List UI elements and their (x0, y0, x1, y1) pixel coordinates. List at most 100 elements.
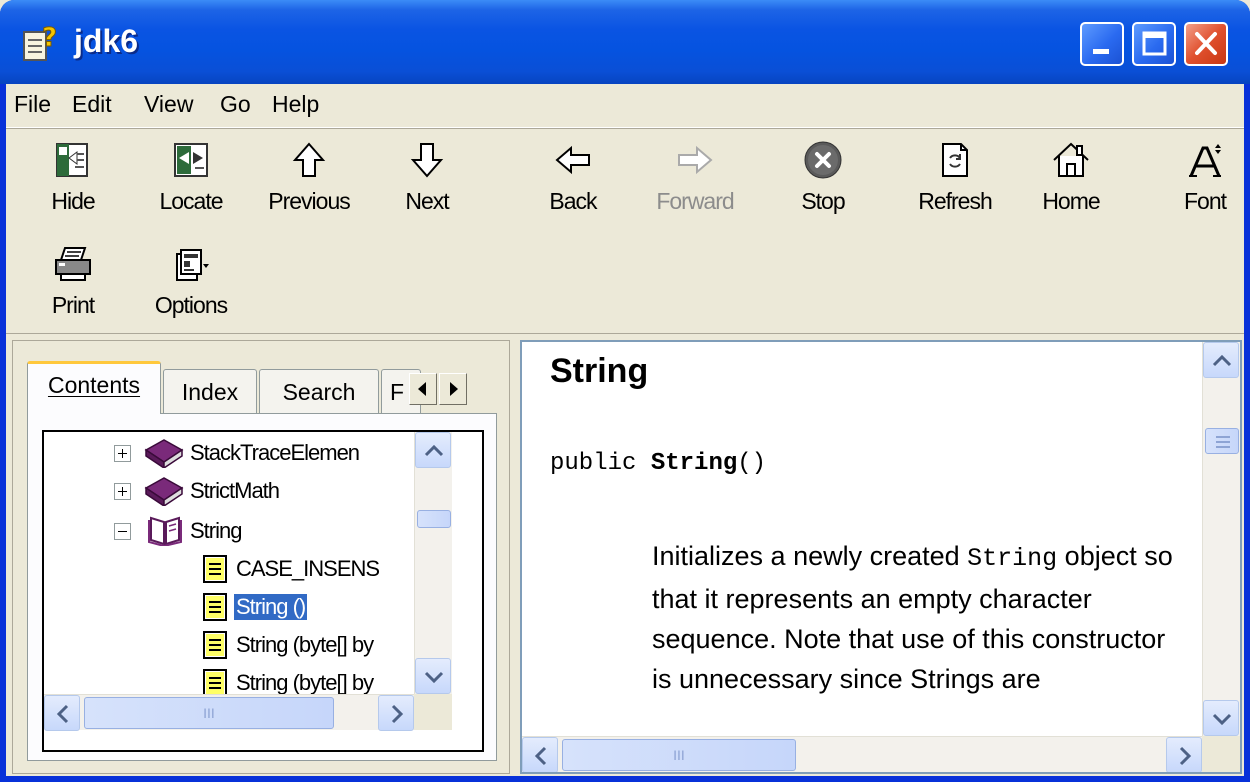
arrow-down-icon (410, 143, 444, 178)
title-bar[interactable]: ? jdk6 (0, 0, 1250, 84)
tree-node-selected[interactable]: String () (44, 588, 414, 626)
triangle-left-icon (418, 382, 426, 396)
expand-plus-icon[interactable] (114, 483, 131, 500)
stop-button[interactable]: Stop (778, 130, 868, 226)
tree-vertical-scrollbar[interactable] (414, 432, 452, 694)
pane-splitter[interactable] (512, 336, 520, 776)
page-icon (203, 631, 227, 659)
tree-viewport: StackTraceElemen StrictMath String CASE_… (44, 432, 414, 694)
locate-button[interactable]: Locate (146, 130, 236, 226)
menu-file[interactable]: File (14, 91, 51, 118)
tree-node-label: StackTraceElemen (190, 440, 360, 465)
topic-description: Initializes a newly created String objec… (652, 536, 1192, 699)
tree-node[interactable]: String (44, 512, 414, 550)
minimize-icon (1093, 49, 1109, 54)
svg-text:?: ? (42, 23, 57, 53)
options-icon (176, 249, 209, 281)
tree-node-label: String () (232, 593, 309, 621)
menu-view[interactable]: View (144, 91, 193, 118)
scroll-left-button[interactable] (44, 695, 80, 731)
scroll-right-button[interactable] (378, 695, 414, 731)
maximize-button[interactable] (1132, 22, 1176, 66)
previous-label: Previous (268, 188, 350, 214)
closed-book-icon (144, 477, 184, 506)
triangle-right-icon (450, 382, 458, 396)
arrow-left-icon (555, 145, 590, 175)
open-book-icon (148, 516, 182, 546)
locate-icon (174, 143, 208, 177)
tab-search[interactable]: Search (259, 369, 379, 413)
refresh-icon (942, 143, 968, 177)
tree-node[interactable]: StrictMath (44, 472, 414, 510)
signature-suffix: () (737, 450, 767, 477)
refresh-label: Refresh (918, 188, 993, 214)
topic-pane: String public String() Initializes a new… (520, 340, 1242, 774)
tree-node[interactable]: StackTraceElemen (44, 434, 414, 472)
previous-button[interactable]: Previous (264, 130, 354, 226)
tree-node[interactable]: String (byte[] by (44, 626, 414, 664)
tree-node-label: String (byte[] by (236, 632, 374, 657)
scroll-right-button[interactable] (1166, 737, 1202, 772)
menu-help[interactable]: Help (272, 91, 319, 118)
scroll-thumb[interactable] (417, 510, 451, 528)
chevron-down-icon (1212, 713, 1232, 726)
menu-bar: File Edit View Go Help (6, 84, 1244, 128)
grip-icon (1216, 436, 1230, 448)
back-button[interactable]: Back (528, 130, 618, 226)
tree-node[interactable]: CASE_INSENS (44, 550, 414, 588)
maximize-icon (1142, 31, 1167, 56)
expand-plus-icon[interactable] (114, 445, 131, 462)
scroll-down-button[interactable] (1203, 700, 1239, 736)
arrow-right-icon (678, 145, 713, 175)
options-button[interactable]: Options (146, 234, 236, 330)
topic-horizontal-scrollbar[interactable]: III (522, 736, 1202, 772)
toolbar: Hide Locate Previous Next Back Forward S… (6, 130, 1244, 334)
scroll-thumb[interactable]: III (562, 739, 796, 771)
scrollbar-corner (414, 694, 452, 730)
hide-icon (56, 143, 88, 177)
arrow-up-icon (292, 142, 326, 177)
hide-button[interactable]: Hide (28, 130, 118, 226)
tree-horizontal-scrollbar[interactable]: III (44, 694, 414, 731)
print-button[interactable]: Print (28, 234, 118, 330)
tab-scroll-left-button[interactable] (409, 373, 437, 405)
scroll-thumb[interactable] (1205, 428, 1239, 454)
stop-label: Stop (801, 188, 845, 214)
print-label: Print (51, 292, 95, 318)
forward-label: Forward (656, 188, 734, 214)
next-button[interactable]: Next (382, 130, 472, 226)
tree-node[interactable]: String (byte[] by (44, 664, 414, 694)
nav-tabs: Contents Index Search F (27, 361, 497, 417)
menu-edit[interactable]: Edit (72, 91, 112, 118)
grip-label: III (673, 747, 685, 763)
scroll-thumb[interactable]: III (84, 697, 334, 729)
tab-search-label: Search (282, 379, 356, 405)
minimize-button[interactable] (1080, 22, 1124, 66)
page-icon (203, 593, 227, 621)
close-button[interactable] (1184, 22, 1228, 66)
tab-contents[interactable]: Contents (27, 361, 161, 414)
navigation-pane: Contents Index Search F StackTraceElemen… (12, 340, 510, 774)
window-title: jdk6 (74, 23, 139, 59)
topic-heading: String (550, 352, 649, 390)
refresh-button[interactable]: Refresh (910, 130, 1000, 226)
close-icon (1195, 32, 1217, 55)
scroll-up-button[interactable] (415, 432, 451, 468)
scroll-left-button[interactable] (522, 737, 558, 772)
scroll-down-button[interactable] (415, 658, 451, 694)
tab-index[interactable]: Index (163, 369, 257, 413)
menu-go[interactable]: Go (220, 91, 251, 118)
hide-label: Hide (51, 188, 95, 214)
next-label: Next (405, 188, 449, 214)
collapse-minus-icon[interactable] (114, 523, 131, 540)
home-button[interactable]: Home (1026, 130, 1116, 226)
font-label: Font (1183, 188, 1227, 214)
tree-node-label: String (190, 518, 242, 543)
chevron-right-icon (391, 704, 404, 724)
help-app-icon: ? (23, 23, 58, 61)
topic-vertical-scrollbar[interactable] (1202, 342, 1240, 736)
tab-scroll-right-button[interactable] (439, 373, 467, 405)
scroll-up-button[interactable] (1203, 342, 1239, 378)
font-button[interactable]: Font (1170, 130, 1240, 226)
tab-favorites-label: F (390, 379, 405, 405)
